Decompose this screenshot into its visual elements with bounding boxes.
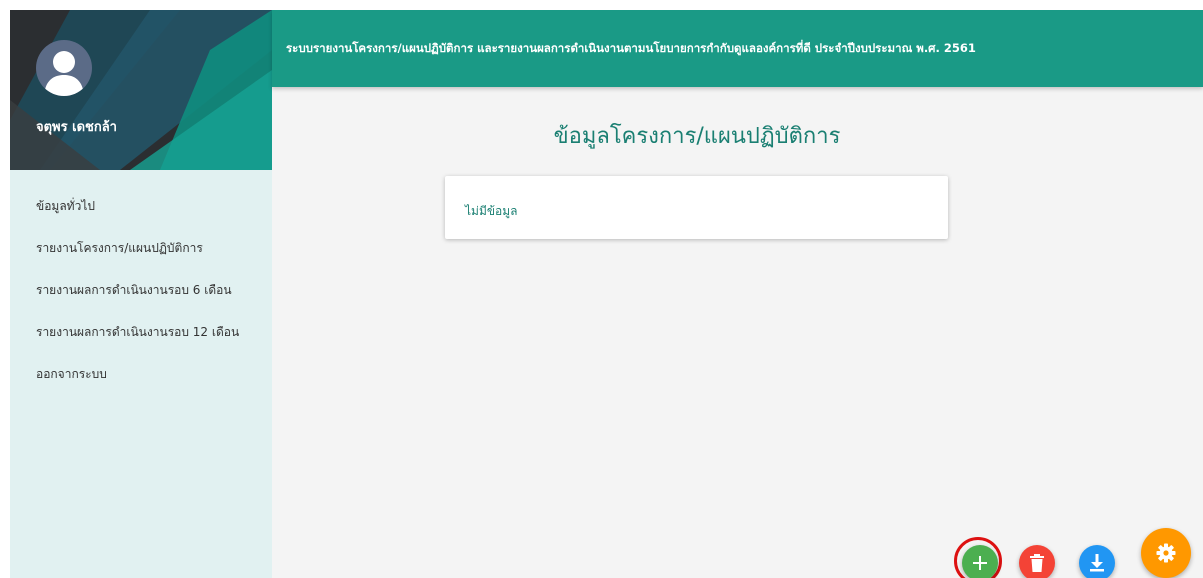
plus-icon xyxy=(973,556,987,570)
data-card: ไม่มีข้อมูล xyxy=(445,176,948,239)
download-icon xyxy=(1090,554,1104,572)
app-title: ระบบรายงานโครงการ/แผนปฏิบัติการ และรายงา… xyxy=(286,41,976,55)
user-name: จตุพร เดชกล้า xyxy=(36,120,117,135)
page-title: ข้อมูลโครงการ/แผนปฏิบัติการ xyxy=(553,124,841,149)
delete-button[interactable] xyxy=(1019,545,1055,578)
settings-button[interactable] xyxy=(1141,528,1191,578)
sidebar-item-12-month-report[interactable]: รายงานผลการดำเนินงานรอบ 12 เดือน xyxy=(10,311,272,353)
sidebar-item-6-month-report[interactable]: รายงานผลการดำเนินงานรอบ 6 เดือน xyxy=(10,269,272,311)
sidebar: จตุพร เดชกล้า ข้อมูลทั่วไป รายงานโครงการ… xyxy=(10,10,272,578)
sidebar-item-general-info[interactable]: ข้อมูลทั่วไป xyxy=(10,185,272,227)
sidebar-menu: ข้อมูลทั่วไป รายงานโครงการ/แผนปฏิบัติการ… xyxy=(10,185,272,395)
profile-panel: จตุพร เดชกล้า xyxy=(10,10,272,170)
empty-state-text: ไม่มีข้อมูล xyxy=(465,204,518,218)
app-frame: จตุพร เดชกล้า ข้อมูลทั่วไป รายงานโครงการ… xyxy=(10,10,1203,578)
add-button[interactable] xyxy=(962,545,998,578)
top-header: ระบบรายงานโครงการ/แผนปฏิบัติการ และรายงา… xyxy=(272,10,1203,87)
sidebar-item-logout[interactable]: ออกจากระบบ xyxy=(10,353,272,395)
sidebar-item-project-report[interactable]: รายงานโครงการ/แผนปฏิบัติการ xyxy=(10,227,272,269)
gear-icon xyxy=(1156,543,1176,563)
trash-icon xyxy=(1030,554,1044,572)
user-icon xyxy=(44,51,84,96)
download-button[interactable] xyxy=(1079,545,1115,578)
avatar[interactable] xyxy=(36,40,92,96)
